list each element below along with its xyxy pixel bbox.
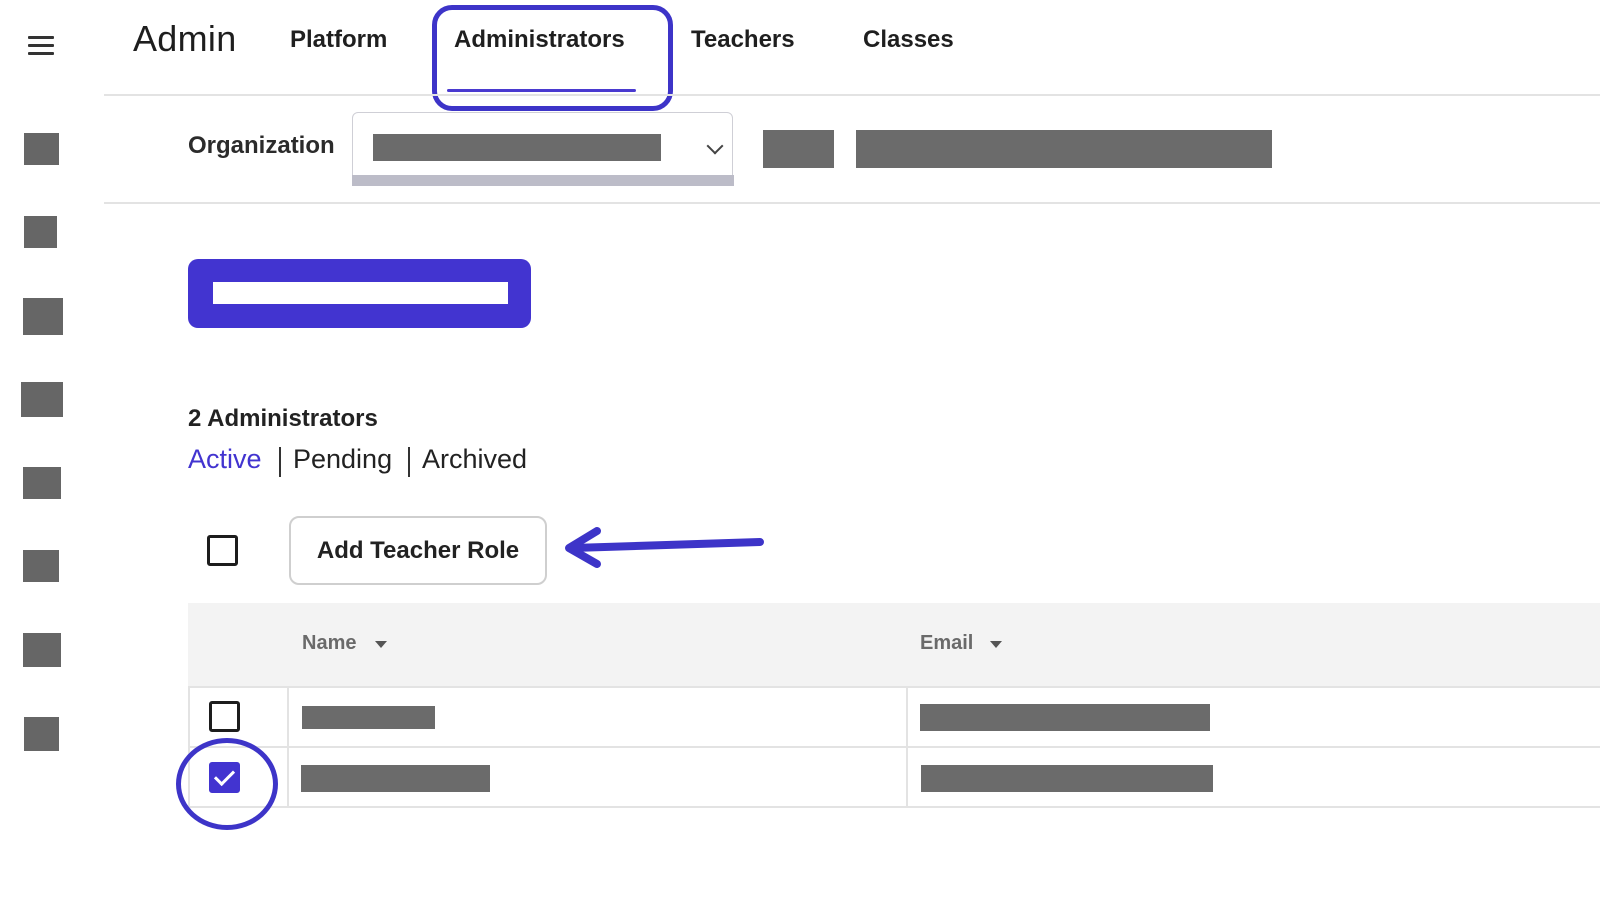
rail-icon-4[interactable] [21,382,63,417]
tab-classes[interactable]: Classes [863,26,954,54]
caret-down-icon[interactable] [375,641,387,648]
primary-action-label-redacted [213,282,508,304]
annotation-arrow [565,527,764,568]
row-name-redacted [301,765,490,792]
redacted-control[interactable] [763,130,834,168]
rail-icon-7[interactable] [23,633,61,667]
column-divider [906,686,908,808]
rail-icon-6[interactable] [23,550,59,582]
tab-platform[interactable]: Platform [290,26,387,54]
filter-active[interactable]: Active [188,444,262,475]
tab-teachers[interactable]: Teachers [691,26,795,54]
column-header-email[interactable]: Email [920,632,973,655]
rail-icon-3[interactable] [23,298,63,335]
row-divider [188,686,1600,688]
add-teacher-role-button[interactable]: Add Teacher Role [289,516,547,585]
organization-select-underline [352,175,734,186]
select-all-checkbox[interactable] [207,535,238,566]
organization-select-value [373,134,661,161]
filter-divider [104,202,1600,204]
filter-separator [408,447,410,477]
header-divider [104,94,1600,96]
column-header-name[interactable]: Name [302,632,356,655]
row-email-redacted [921,765,1213,792]
row-email-redacted [920,704,1210,731]
filter-archived[interactable]: Archived [422,444,527,475]
organization-label: Organization [188,132,335,159]
row-checkbox[interactable] [209,701,240,732]
rail-icon-8[interactable] [24,717,59,751]
row-divider [188,806,1600,808]
annotation-circle [176,738,278,830]
rail-icon-1[interactable] [24,133,59,165]
hamburger-icon[interactable] [28,36,54,56]
caret-down-icon[interactable] [990,641,1002,648]
rail-icon-2[interactable] [24,216,57,248]
filter-separator [279,447,281,477]
redacted-field[interactable] [856,130,1272,168]
rail-icon-5[interactable] [23,467,61,499]
row-divider [188,746,1600,748]
column-divider [287,686,289,808]
row-name-redacted [302,706,435,729]
table-header [188,603,1600,686]
administrators-count: 2 Administrators [188,405,378,432]
app-title: Admin [133,18,237,59]
filter-pending[interactable]: Pending [293,444,392,475]
